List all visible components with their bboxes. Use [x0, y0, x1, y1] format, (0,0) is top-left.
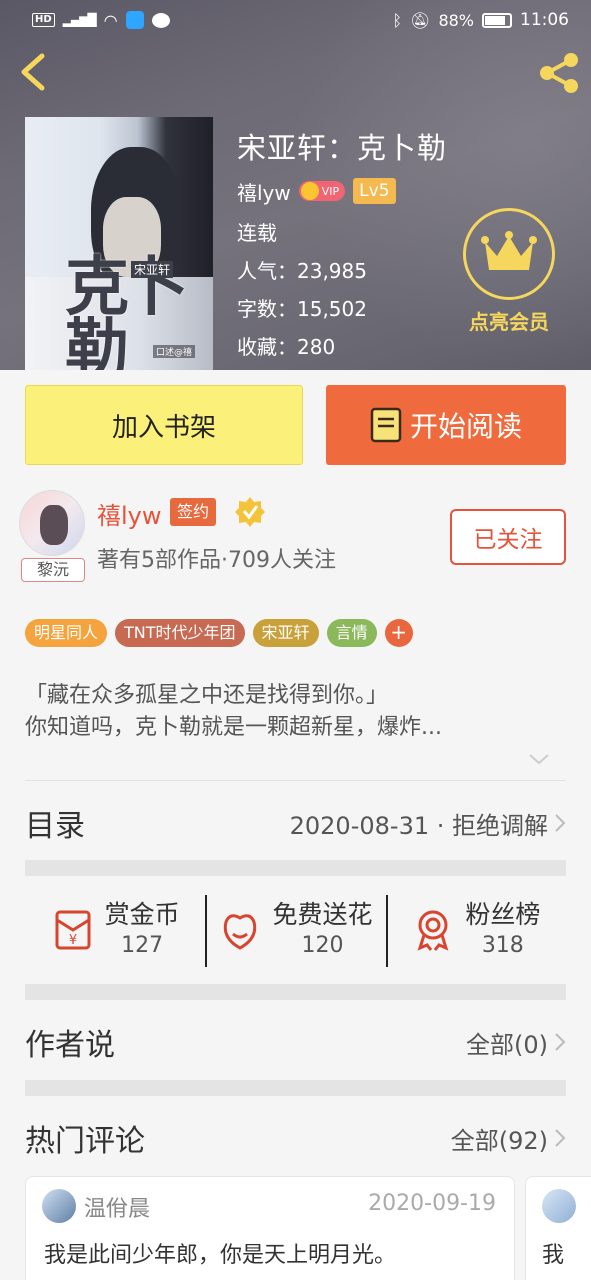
- signal-icon: ▂▄▆█: [62, 13, 97, 27]
- tag-chip[interactable]: 宋亚轩: [252, 619, 319, 647]
- cover-tag: 宋亚轩: [131, 261, 174, 278]
- bluetooth-icon: ᛒ: [392, 10, 403, 30]
- reward-count: 120: [301, 933, 344, 958]
- hot-comments-link: 全部(92): [450, 1126, 548, 1155]
- book-info: 宋亚轩：克卜勒 禧lyw VIP Lv5 连载 人气：23,985 字数：15,…: [237, 130, 447, 366]
- section-separator: [25, 860, 566, 876]
- level-badge: Lv5: [353, 178, 396, 204]
- action-buttons: 加入书架 开始阅读: [25, 385, 566, 465]
- chevron-right-icon: [555, 1033, 566, 1051]
- tag-chip[interactable]: TNT时代少年团: [115, 619, 245, 647]
- status-bar: HD ▂▄▆█ ◠ ᛒ 🔕︎ 88% 11:06: [0, 0, 591, 40]
- mute-icon: 🔕︎: [410, 10, 431, 30]
- tag-list: 明星同人 TNT时代少年团 宋亚轩 言情 +: [25, 619, 413, 647]
- comment-text: 我是此间少年郎，你是天上明月光。: [44, 1243, 397, 1268]
- start-reading-button[interactable]: 开始阅读: [326, 385, 566, 465]
- catalog-title: 目录: [25, 809, 85, 844]
- chevron-right-icon: [555, 1129, 566, 1147]
- vip-badge: VIP: [298, 181, 346, 201]
- author-says-row[interactable]: 作者说 全部(0): [25, 1012, 566, 1072]
- divider: [25, 780, 566, 781]
- reward-coins-button[interactable]: ¥ 赏金币 127: [25, 885, 205, 975]
- author-card: 黎沅 禧lyw 签约 著有5部作品·709人关注 已关注: [19, 490, 571, 585]
- avatar-nameplate: 黎沅: [21, 558, 85, 582]
- book-detail-content: 加入书架 开始阅读 黎沅 禧lyw 签约 著有5部作品·709人关注 已关注 明…: [0, 370, 591, 1280]
- clock: 11:06: [520, 10, 569, 30]
- book-header: HD ▂▄▆█ ◠ ᛒ 🔕︎ 88% 11:06 克卜勒 宋亚轩 口述@禧 宋亚…: [0, 0, 591, 370]
- expand-chevron-icon[interactable]: [528, 752, 550, 766]
- add-to-shelf-button[interactable]: 加入书架: [25, 385, 303, 465]
- reward-label: 赏金币: [104, 900, 180, 929]
- reward-count: 318: [481, 933, 524, 958]
- reward-label: 粉丝榜: [465, 900, 541, 929]
- member-label: 点亮会员: [469, 310, 549, 334]
- book-favorites: 收藏：280: [237, 335, 336, 359]
- section-separator: [25, 984, 566, 1000]
- reward-label: 免费送花: [272, 900, 373, 929]
- wifi-icon: ◠: [103, 10, 118, 30]
- author-says-title: 作者说: [25, 1028, 115, 1063]
- reward-bar: ¥ 赏金币 127 免费送花 120 粉丝榜 318: [25, 885, 566, 975]
- author-stats: 著有5部作品·709人关注: [97, 548, 336, 573]
- app-notification-icon: [125, 11, 144, 29]
- share-button[interactable]: [535, 50, 583, 96]
- comment-text: 我: [542, 1243, 565, 1268]
- flower-icon: [224, 914, 257, 950]
- medal-icon: [417, 910, 449, 951]
- share-icon: [540, 53, 578, 93]
- comment-card[interactable]: 温佾晨 2020-09-19 我是此间少年郎，你是天上明月光。: [25, 1176, 515, 1280]
- member-crown-circle: [463, 208, 555, 300]
- battery-percent: 88%: [438, 10, 474, 30]
- hot-comments-row[interactable]: 热门评论 全部(92): [25, 1108, 566, 1168]
- section-separator: [25, 1080, 566, 1096]
- back-button[interactable]: [14, 50, 54, 94]
- catalog-row[interactable]: 目录 2020-08-31 · 拒绝调解: [25, 793, 566, 853]
- hot-comments-title: 热门评论: [25, 1124, 145, 1159]
- member-button[interactable]: 点亮会员: [457, 208, 561, 334]
- book-word-count: 字数：15,502: [237, 297, 367, 321]
- fan-ranking-button[interactable]: 粉丝榜 318: [385, 885, 566, 975]
- tag-chip[interactable]: 言情: [326, 619, 377, 647]
- message-icon: [151, 12, 170, 28]
- intro-line: 「藏在众多孤星之中还是找得到你。」: [25, 683, 389, 708]
- comment-card[interactable]: 我: [525, 1176, 591, 1280]
- book-icon: [370, 407, 402, 443]
- commenter-avatar[interactable]: [542, 1189, 576, 1223]
- battery-icon: [482, 12, 512, 28]
- cover-subtitle: 口述@禧: [153, 345, 196, 358]
- svg-text:¥: ¥: [69, 933, 77, 948]
- intro-line: 你知道吗，克卜勒就是一颗超新星，爆炸...: [25, 715, 442, 740]
- book-popularity: 人气：23,985: [237, 259, 367, 283]
- follow-button[interactable]: 已关注: [450, 509, 566, 565]
- add-tag-button[interactable]: +: [384, 619, 413, 647]
- chevron-right-icon: [555, 814, 566, 832]
- reward-count: 127: [121, 933, 164, 958]
- book-author[interactable]: 禧lyw: [237, 177, 291, 206]
- vip-label: VIP: [321, 184, 340, 198]
- back-arrow-icon: [21, 53, 45, 91]
- crown-icon: [300, 182, 319, 200]
- verified-badge-icon: [235, 497, 265, 527]
- author-avatar[interactable]: [19, 490, 85, 556]
- commenter-avatar[interactable]: [42, 1189, 76, 1223]
- author-says-link: 全部(0): [466, 1030, 548, 1059]
- author-name[interactable]: 禧lyw: [97, 496, 162, 531]
- commenter-name[interactable]: 温佾晨: [84, 1191, 150, 1223]
- book-status: 连载: [237, 221, 277, 245]
- tag-chip[interactable]: 明星同人: [25, 619, 108, 647]
- start-reading-label: 开始阅读: [409, 410, 522, 443]
- comment-date: 2020-09-19: [368, 1191, 496, 1216]
- latest-chapter: 2020-08-31 · 拒绝调解: [289, 811, 548, 840]
- send-flower-button[interactable]: 免费送花 120: [205, 885, 385, 975]
- book-title: 宋亚轩：克卜勒: [237, 131, 448, 165]
- book-author-line[interactable]: 禧lyw VIP Lv5: [237, 176, 447, 206]
- red-envelope-icon: ¥: [55, 910, 91, 950]
- book-intro[interactable]: 「藏在众多孤星之中还是找得到你。」 你知道吗，克卜勒就是一颗超新星，爆炸...: [25, 680, 545, 744]
- book-cover[interactable]: 克卜勒 宋亚轩 口述@禧: [25, 117, 213, 370]
- signed-badge: 签约: [170, 498, 217, 526]
- comment-carousel: 温佾晨 2020-09-19 我是此间少年郎，你是天上明月光。 我: [25, 1176, 591, 1280]
- hd-indicator: HD: [32, 13, 55, 27]
- crown-icon: [481, 231, 537, 270]
